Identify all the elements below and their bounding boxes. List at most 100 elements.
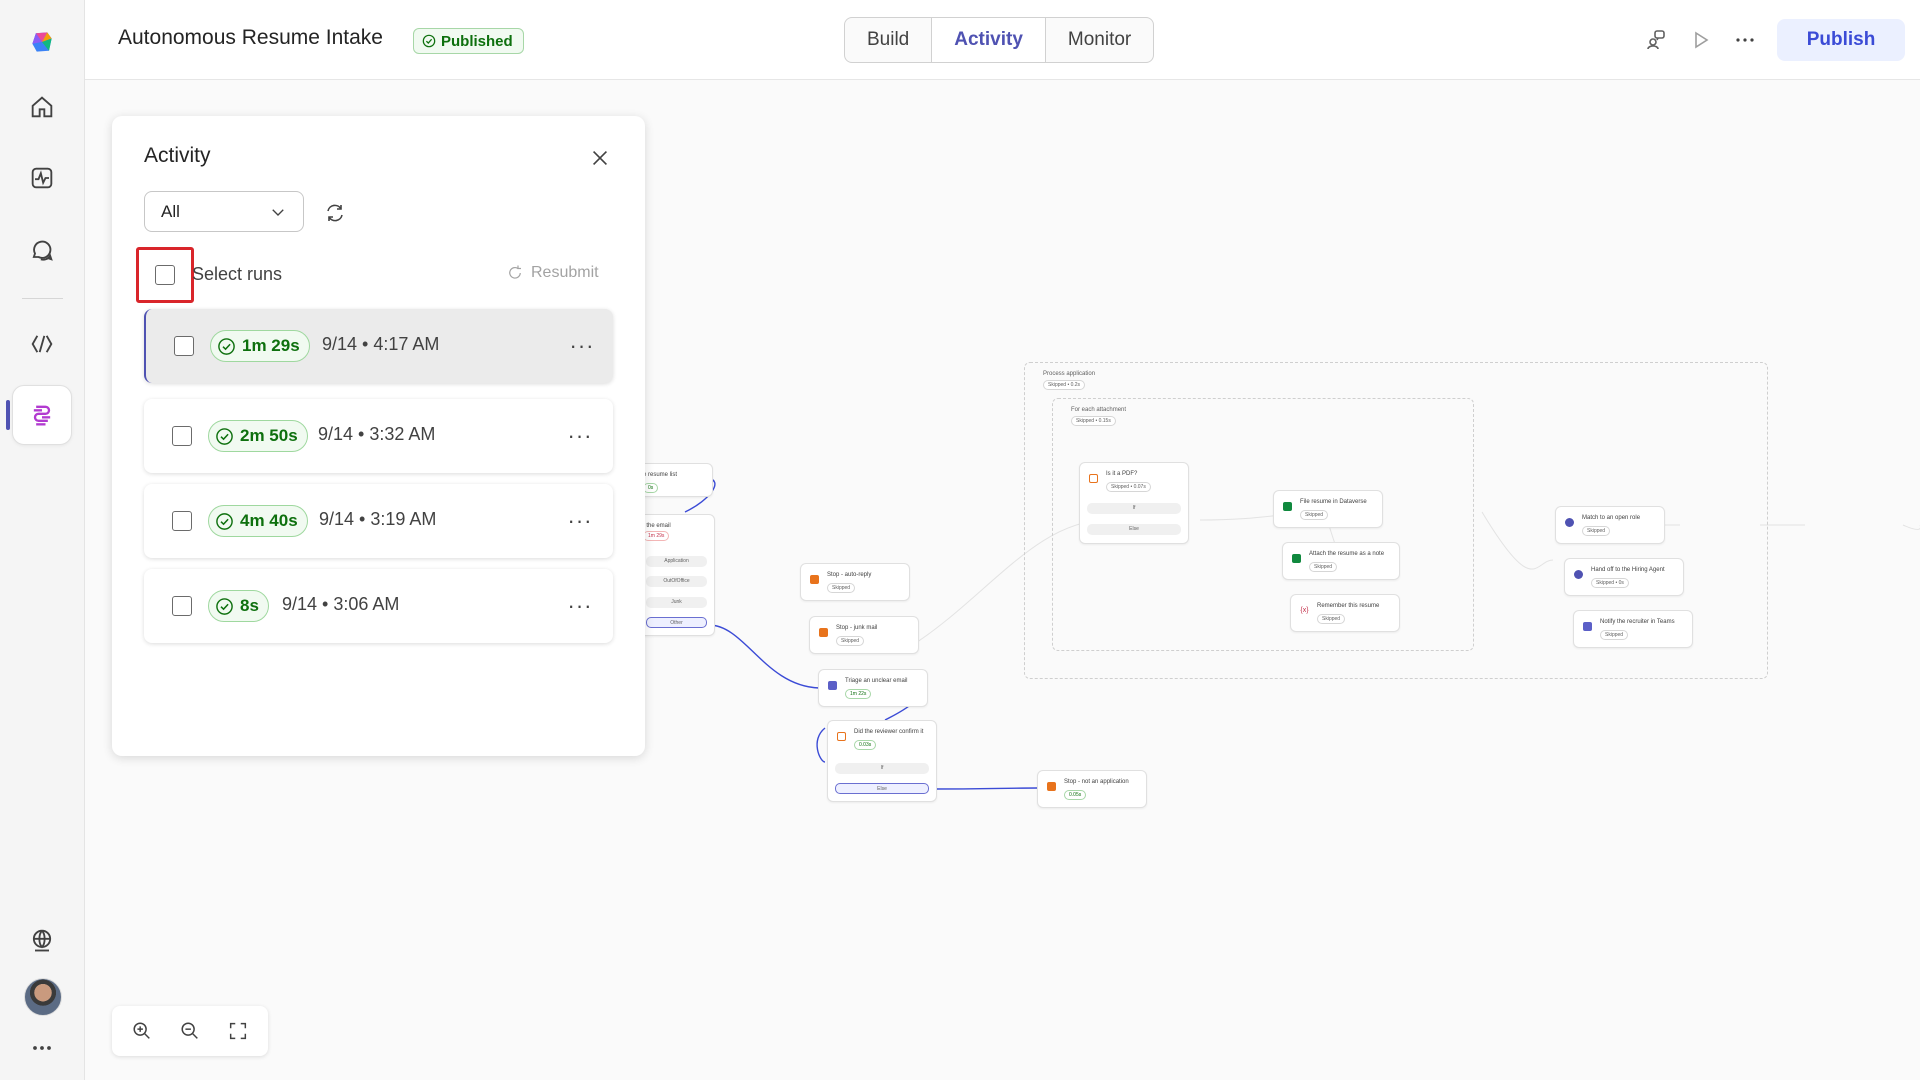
node-status: 0.05s <box>1064 790 1087 800</box>
refresh-icon[interactable] <box>318 196 352 230</box>
node-title: Notify the recruiter in Teams <box>1600 619 1675 625</box>
check-circle-icon <box>216 427 233 445</box>
branch-if[interactable]: If <box>1087 503 1181 514</box>
zoom-out-icon[interactable] <box>173 1014 207 1048</box>
node-status: 1m 29s <box>643 531 670 541</box>
more-apps-icon[interactable] <box>12 1018 72 1078</box>
branch-if[interactable]: If <box>835 763 929 774</box>
monitor-icon[interactable] <box>12 148 72 208</box>
rail-divider <box>22 298 63 299</box>
status-filter-dropdown[interactable]: All <box>144 191 304 232</box>
flow-node-notify-recruiter[interactable]: Notify the recruiter in Teams Skipped <box>1573 610 1693 648</box>
code-icon[interactable] <box>12 314 72 374</box>
node-status: Skipped • 0.07s <box>1106 482 1151 492</box>
teams-icon <box>1583 622 1592 631</box>
select-all-checkbox[interactable] <box>155 265 175 285</box>
flow-node-hand-off[interactable]: Hand off to the Hiring Agent Skipped • 0… <box>1564 558 1684 596</box>
more-options-icon[interactable]: ··· <box>568 424 592 448</box>
run-row[interactable]: 8s 9/14 • 3:06 AM ··· <box>144 569 613 643</box>
more-options-icon[interactable]: ··· <box>568 594 592 618</box>
dataverse-icon <box>1292 554 1301 563</box>
node-title: Is it a PDF? <box>1106 471 1138 477</box>
stop-icon <box>819 628 828 637</box>
flow-node-remember-resume[interactable]: {x} Remember this resume Skipped <box>1290 594 1400 632</box>
run-timestamp: 9/14 • 3:19 AM <box>319 509 437 529</box>
scope-title: Process application <box>1043 371 1096 377</box>
flow-node-is-pdf[interactable]: Is it a PDF? Skipped • 0.07s If Else <box>1079 462 1189 544</box>
run-duration: 8s <box>240 596 259 615</box>
branch-other[interactable]: Other <box>646 617 707 628</box>
run-checkbox[interactable] <box>172 426 192 446</box>
more-options-icon[interactable]: ··· <box>568 509 592 533</box>
branch-junk[interactable]: Junk <box>646 597 707 608</box>
user-avatar[interactable] <box>24 978 62 1016</box>
node-title: Did the reviewer confirm it <box>854 729 924 735</box>
more-options-icon[interactable]: ··· <box>570 334 594 358</box>
stop-icon <box>1047 782 1056 791</box>
flow-node-auto-reply[interactable]: Stop - auto-reply Skipped <box>800 563 910 601</box>
check-circle-icon <box>218 337 235 355</box>
run-timestamp: 9/14 • 3:06 AM <box>282 594 400 614</box>
branch-application[interactable]: Application <box>646 556 707 567</box>
publish-button[interactable]: Publish <box>1777 19 1905 61</box>
condition-icon <box>837 732 846 741</box>
node-status: 0s <box>643 483 659 493</box>
agent-help-icon[interactable] <box>1640 24 1672 56</box>
node-status: Skipped <box>1300 510 1329 520</box>
flow-node-triage[interactable]: Triage an unclear email 1m 22s <box>818 669 928 707</box>
flows-icon[interactable] <box>12 385 72 445</box>
run-row[interactable]: 4m 40s 9/14 • 3:19 AM ··· <box>144 484 613 558</box>
tab-monitor[interactable]: Monitor <box>1046 18 1153 62</box>
flow-node-attach-resume[interactable]: Attach the resume as a note Skipped <box>1282 542 1400 580</box>
agent-icon <box>828 681 837 690</box>
status-text: Published <box>441 32 513 50</box>
chevron-down-icon <box>272 208 284 216</box>
node-title: Remember this resume <box>1317 603 1380 609</box>
flow-node-junk-mail[interactable]: Stop - junk mail Skipped <box>809 616 919 654</box>
scope-status: Skipped • 0.2s <box>1043 380 1086 390</box>
flow-node-not-application[interactable]: Stop - not an application 0.05s <box>1037 770 1147 808</box>
run-checkbox[interactable] <box>174 336 194 356</box>
flow-node-match-role[interactable]: Match to an open role Skipped <box>1555 506 1665 544</box>
select-runs-label: Select runs <box>192 264 283 284</box>
run-checkbox[interactable] <box>172 511 192 531</box>
tab-activity[interactable]: Activity <box>932 18 1046 62</box>
node-title: Triage an unclear email <box>845 678 908 684</box>
resubmit-button[interactable]: Resubmit <box>506 264 599 282</box>
flow-node-reviewer-condition[interactable]: Did the reviewer confirm it 0.03s If Els… <box>827 720 937 802</box>
close-icon[interactable] <box>582 140 618 176</box>
more-options-icon[interactable] <box>1729 24 1761 56</box>
run-duration: 4m 40s <box>240 511 298 530</box>
tab-build[interactable]: Build <box>845 18 933 62</box>
run-row[interactable]: 2m 50s 9/14 • 3:32 AM ··· <box>144 399 613 473</box>
run-checkbox[interactable] <box>172 596 192 616</box>
flow-node-resume-list[interactable]: e resume list 0s <box>638 463 713 497</box>
globe-icon[interactable] <box>12 910 72 970</box>
node-status: Skipped <box>1309 562 1338 572</box>
check-circle-icon <box>216 512 233 530</box>
check-circle-icon <box>216 597 233 615</box>
zoom-in-icon[interactable] <box>125 1014 159 1048</box>
header: Autonomous Resume Intake Published Build… <box>85 0 1920 80</box>
check-circle-icon <box>422 34 436 48</box>
home-icon[interactable] <box>12 77 72 137</box>
node-title: Hand off to the Hiring Agent <box>1591 567 1665 573</box>
fit-to-screen-icon[interactable] <box>221 1014 255 1048</box>
test-run-icon[interactable] <box>1685 24 1717 56</box>
panel-title: Activity <box>144 144 211 167</box>
run-duration-badge: 8s <box>208 590 269 622</box>
branch-out-of-office[interactable]: OutOfOffice <box>646 576 707 587</box>
run-duration-badge: 2m 50s <box>208 420 308 452</box>
run-duration-badge: 1m 29s <box>210 330 310 362</box>
resubmit-label: Resubmit <box>531 264 599 281</box>
chat-icon[interactable] <box>12 220 72 280</box>
stop-icon <box>810 575 819 584</box>
node-status: Skipped <box>1582 526 1611 536</box>
branch-else[interactable]: Else <box>1087 524 1181 535</box>
flow-node-email-switch[interactable]: t the email 1m 29s Application OutOfOffi… <box>638 514 715 636</box>
run-row[interactable]: 1m 29s 9/14 • 4:17 AM ··· <box>144 309 613 383</box>
branch-else[interactable]: Else <box>835 783 929 794</box>
app-logo-icon[interactable] <box>12 12 72 72</box>
node-title: Stop - auto-reply <box>827 572 872 578</box>
flow-node-file-resume[interactable]: File resume in Dataverse Skipped <box>1273 490 1383 528</box>
